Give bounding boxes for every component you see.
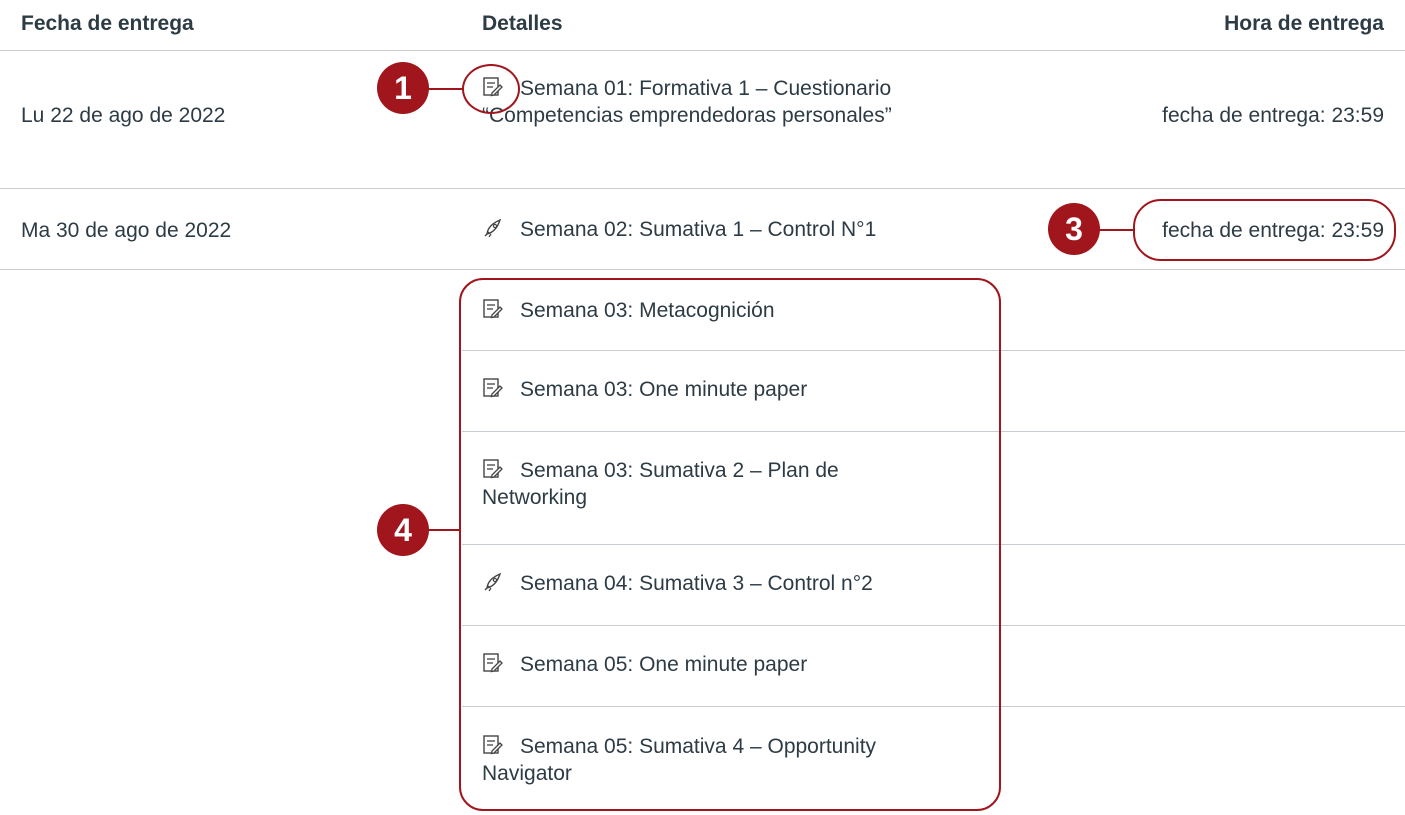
row-date: Lu 22 de ago de 2022 (21, 104, 226, 127)
item-title-link[interactable]: Semana 02: Sumativa 1 – Control N°1 (520, 218, 876, 241)
item-title-link[interactable]: Semana 01: Formativa 1 – Cuestionario “C… (482, 77, 892, 127)
list-item[interactable]: Semana 01: Formativa 1 – Cuestionario “C… (482, 75, 942, 129)
column-header-time: Hora de entrega (1224, 12, 1384, 35)
callout-4-highlight (459, 278, 1001, 811)
callout-1-highlight (462, 64, 520, 114)
callout-3-connector (1098, 229, 1134, 231)
callout-1-connector (427, 88, 463, 90)
column-header-date: Fecha de entrega (21, 12, 194, 35)
divider (0, 269, 1405, 270)
row-date: Ma 30 de ago de 2022 (21, 219, 232, 242)
callout-badge-4: 4 (377, 504, 429, 556)
callout-3-highlight (1133, 199, 1396, 261)
callout-4-connector (427, 529, 461, 531)
list-item[interactable]: Semana 02: Sumativa 1 – Control N°1 (482, 216, 942, 243)
quiz-rocket-icon (482, 217, 504, 239)
callout-badge-3: 3 (1048, 203, 1100, 255)
table-header: Fecha de entrega Detalles Hora de entreg… (0, 0, 1405, 50)
column-header-details: Detalles (482, 12, 563, 35)
callout-badge-1: 1 (377, 62, 429, 114)
row-time: fecha de entrega: 23:59 (1162, 104, 1384, 127)
divider (0, 188, 1405, 189)
divider (0, 50, 1405, 51)
